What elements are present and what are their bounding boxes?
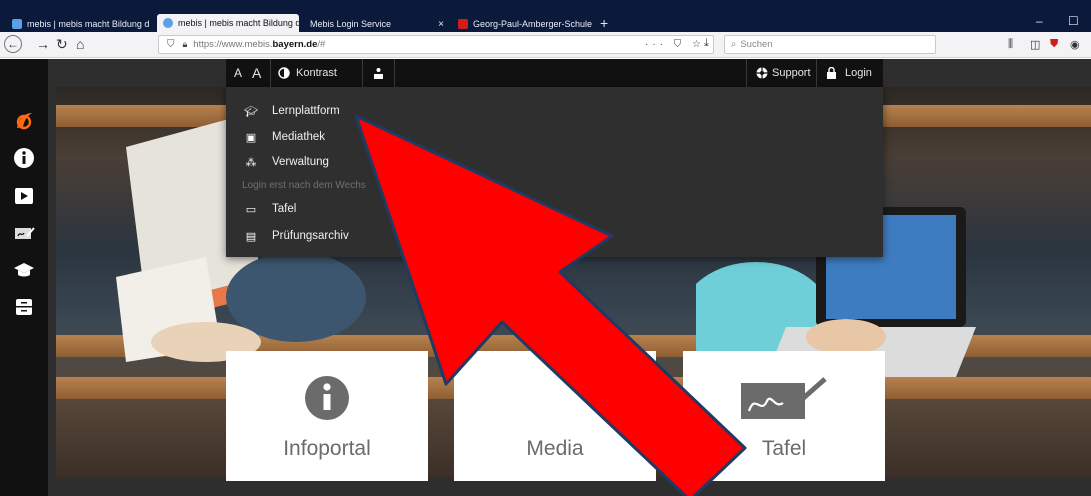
topbar-divider <box>362 59 363 87</box>
minimize-window-icon[interactable]: – <box>1036 14 1043 28</box>
menu-item-tafel[interactable]: ▭ Tafel <box>242 199 297 219</box>
url-text: https://www.mebis.bayern.de/# <box>193 39 326 50</box>
mediathek-icon: ▣ <box>245 131 257 144</box>
lock-icon[interactable]: 🔒︎ <box>183 39 188 50</box>
sign-language-button[interactable] <box>372 59 385 87</box>
page-actions-icon[interactable]: ··· ⛉ ☆ <box>645 39 705 50</box>
contrast-icon <box>278 67 290 79</box>
maximize-window-icon[interactable]: ☐ <box>1068 14 1079 28</box>
menu-item-label: Verwaltung <box>272 156 329 168</box>
download-icon[interactable]: ⤓ <box>704 37 709 50</box>
menu-item-verwaltung[interactable]: ⁂ Verwaltung <box>242 152 329 172</box>
tab-label: Mebis Login Service <box>310 19 392 29</box>
lock-icon <box>827 67 836 79</box>
tafel-icon[interactable] <box>12 221 36 245</box>
library-icon[interactable]: ⫼ <box>1008 38 1013 51</box>
menu-item-lernplattform[interactable]: 🎓︎ Lernplattform <box>242 101 340 121</box>
browser-tab-2[interactable]: mebis | mebis macht Bildung d × <box>157 14 299 32</box>
home-icon[interactable]: ⌂ <box>76 36 84 52</box>
sitemap-icon: ⁂ <box>245 156 257 169</box>
menu-extension-icon[interactable]: ◉ <box>1070 38 1080 51</box>
browser-tab-1[interactable]: mebis | mebis macht Bildung d × <box>6 16 152 32</box>
tab-label: mebis | mebis macht Bildung d <box>178 18 299 28</box>
mebis-favicon-icon <box>12 19 22 29</box>
close-tab-icon[interactable]: × <box>432 19 444 30</box>
menu-item-label: Lernplattform <box>272 105 340 117</box>
support-icon <box>756 67 768 79</box>
sidebar-icon[interactable]: ◫ <box>1030 38 1040 51</box>
login-label: Login <box>845 67 872 79</box>
topbar-divider <box>394 59 395 87</box>
menu-item-label: Tafel <box>272 203 297 215</box>
topbar-divider <box>270 59 271 87</box>
card-title: Infoportal <box>283 437 371 460</box>
browser-tab-4[interactable]: Georg-Paul-Amberger-Schule × <box>452 16 598 32</box>
mebis-page: A A Kontrast Support Login 🎓︎ Lernplattf… <box>0 59 1091 496</box>
menu-item-label: Prüfungsarchiv <box>272 230 349 242</box>
login-dropdown-menu: 🎓︎ Lernplattform ▣ Mediathek ⁂ Verwaltun… <box>226 87 883 257</box>
topbar-divider <box>816 59 817 87</box>
card-title: Tafel <box>761 437 807 460</box>
tafel-icon <box>741 377 827 419</box>
contrast-button[interactable]: Kontrast <box>278 59 337 87</box>
close-tab-icon[interactable]: × <box>149 19 152 30</box>
school-favicon-icon <box>458 19 468 29</box>
info-icon[interactable] <box>12 146 36 170</box>
tracking-shield-icon[interactable]: ⛉ <box>167 39 175 50</box>
login-button[interactable]: Login <box>826 59 872 87</box>
close-tab-icon[interactable]: × <box>592 19 598 30</box>
archive-icon: ▤ <box>245 230 257 243</box>
forward-arrow-icon[interactable]: → <box>36 36 50 52</box>
pruefungsarchiv-icon[interactable] <box>12 295 36 319</box>
browser-tab-3[interactable]: Mebis Login Service × <box>304 16 450 32</box>
topbar-divider <box>746 59 747 87</box>
font-decrease-button[interactable]: A <box>234 59 242 87</box>
menu-item-pruefungsarchiv[interactable]: ▤ Prüfungsarchiv <box>242 226 349 246</box>
sign-language-icon <box>374 67 383 79</box>
lernplattform-icon[interactable] <box>12 258 36 282</box>
tab-label: Georg-Paul-Amberger-Schule <box>473 19 593 29</box>
card-title: Media <box>526 437 584 460</box>
card-mediathek[interactable]: Media <box>454 351 656 481</box>
back-arrow-icon[interactable]: ← <box>4 35 22 53</box>
info-icon <box>305 376 349 420</box>
search-input[interactable]: ⌕ Suchen <box>724 35 936 54</box>
new-tab-button[interactable]: + <box>600 15 608 31</box>
contrast-label: Kontrast <box>296 67 337 79</box>
mediathek-icon[interactable] <box>12 184 36 208</box>
menu-item-mediathek[interactable]: ▣ Mediathek <box>242 127 325 147</box>
url-bar[interactable]: ⛉ 🔒︎ https://www.mebis.bayern.de/# ··· ⛉… <box>158 35 714 54</box>
card-infoportal[interactable]: Infoportal <box>226 351 428 481</box>
support-label: Support <box>772 67 811 79</box>
menu-item-label: Mediathek <box>272 131 326 143</box>
search-icon: ⌕ <box>731 39 737 50</box>
search-placeholder: Suchen <box>740 39 773 50</box>
mebis-logo-icon[interactable] <box>12 109 36 133</box>
reload-icon[interactable]: ↻ <box>56 36 68 52</box>
whiteboard-icon: ▭ <box>245 203 257 216</box>
card-tafel[interactable]: Tafel <box>683 351 885 481</box>
page-top-bar: A A Kontrast Support Login <box>226 59 883 87</box>
support-button[interactable]: Support <box>756 59 811 87</box>
browser-nav-bar: ← → ↻ ⌂ ⛉ 🔒︎ https://www.mebis.bayern.de… <box>0 32 1091 58</box>
ublock-shield-icon[interactable]: ⛊ <box>1050 38 1058 51</box>
tab-label: mebis | mebis macht Bildung d <box>27 19 150 29</box>
mebis-favicon-icon <box>163 18 173 28</box>
browser-tab-strip: mebis | mebis macht Bildung d × mebis | … <box>0 0 1091 32</box>
left-sidebar <box>0 59 48 496</box>
graduation-cap-icon: 🎓︎ <box>244 105 258 118</box>
font-increase-button[interactable]: A <box>252 59 261 87</box>
login-note-text: Login erst nach dem Wechs <box>242 180 366 191</box>
